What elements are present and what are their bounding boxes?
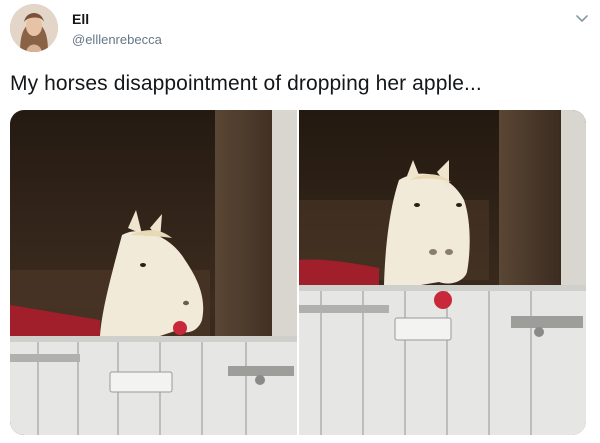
tweet-text: My horses disappointment of dropping her… (10, 72, 482, 95)
media-photo-right[interactable] (299, 110, 586, 435)
tweet-header: Ell @elllenrebecca (10, 4, 590, 56)
tweet-card: Ell @elllenrebecca My horses disappointm… (0, 0, 600, 443)
display-name[interactable]: Ell (72, 11, 89, 27)
avatar[interactable] (10, 4, 58, 52)
chevron-down-icon[interactable] (574, 10, 590, 26)
tweet-media[interactable] (10, 110, 586, 435)
horse-right (384, 173, 470, 285)
user-handle[interactable]: @elllenrebecca (72, 32, 162, 47)
media-photo-left[interactable] (10, 110, 297, 435)
